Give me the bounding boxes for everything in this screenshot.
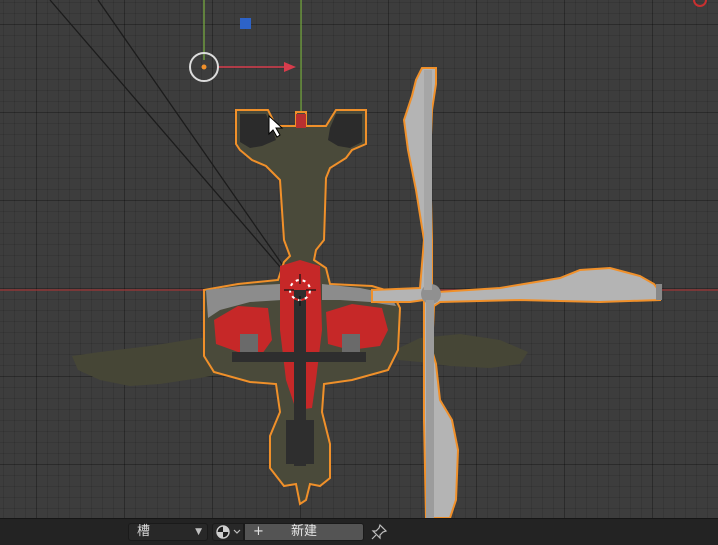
chevron-down-icon: ▼: [195, 527, 202, 537]
new-material-button[interactable]: + 新建: [244, 523, 364, 541]
material-slot-dropdown[interactable]: 槽 ▼: [128, 523, 208, 541]
hull-panel-grey-right: [342, 334, 360, 352]
material-slot-bar: 槽 ▼ + 新建: [0, 518, 718, 545]
light-object-icon[interactable]: [240, 18, 251, 29]
material-slot-label: 槽: [137, 524, 151, 539]
corner-indicator-icon[interactable]: [693, 0, 707, 7]
pin-button[interactable]: [370, 523, 390, 541]
hull-panel-grey-left: [240, 334, 258, 352]
pin-icon: [371, 523, 388, 540]
material-sphere-icon: [216, 525, 241, 539]
viewport-scene: [0, 0, 718, 518]
new-material-label: 新建: [290, 524, 317, 539]
propeller[interactable]: [371, 67, 662, 518]
material-browse-button[interactable]: [212, 523, 244, 541]
transform-gizmo-arrow-icon[interactable]: [218, 62, 296, 72]
hull-nose-red: [296, 114, 306, 128]
3d-viewport[interactable]: [0, 0, 718, 518]
